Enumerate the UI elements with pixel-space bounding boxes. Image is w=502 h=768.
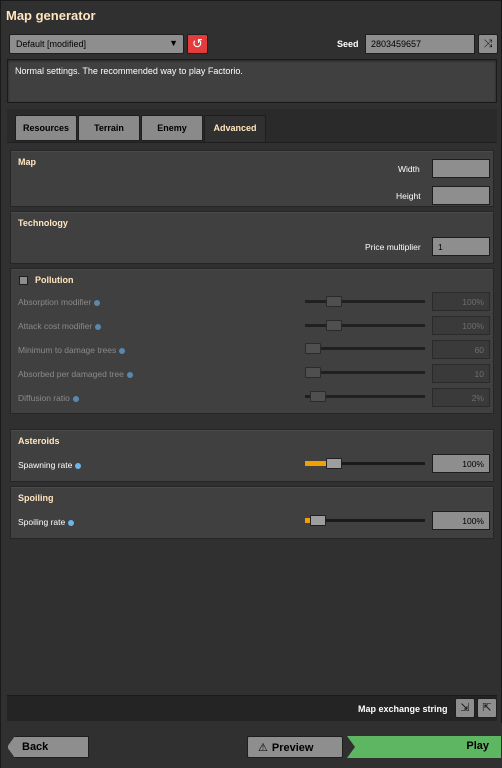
export-icon: ⇱ [482,702,492,714]
map-generator-window: Map generator Default [modified] ▼ ↺ See… [0,0,502,768]
absorbed-per-damaged-tree-input[interactable]: 10 [432,364,490,383]
export-map-exchange-button[interactable]: ⇱ [477,698,497,718]
spoiling-rate-slider[interactable] [305,513,425,529]
pollution-checkbox[interactable] [19,276,28,285]
spawning-rate-slider[interactable] [305,456,425,472]
seed-label: Seed [337,39,359,49]
spoiling-panel-title: Spoiling [18,493,54,503]
reset-icon: ↺ [192,36,203,51]
height-label: Height [396,191,421,201]
map-exchange-string-label: Map exchange string [358,704,448,714]
preset-dropdown-value: Default [modified] [16,39,87,49]
preset-description: Normal settings. The recommended way to … [7,59,497,103]
tab-terrain[interactable]: Terrain [78,115,140,141]
diffusion-ratio-label: Diffusion ratio [18,393,79,403]
spawning-rate-label: Spawning rate [18,460,82,470]
height-input[interactable] [432,186,490,205]
price-multiplier-label: Price multiplier [365,242,421,252]
pollution-panel: Pollution Absorption modifier 100% Attac… [10,268,494,414]
info-icon [72,395,79,402]
info-icon [119,347,126,354]
attack-cost-modifier-input[interactable]: 100% [432,316,490,335]
absorption-modifier-input[interactable]: 100% [432,292,490,311]
reset-preset-button[interactable]: ↺ [187,34,208,54]
price-multiplier-input[interactable]: 1 [432,237,490,256]
preset-dropdown[interactable]: Default [modified] ▼ [9,34,184,54]
footer: Back ⚠ Preview Play [1,723,502,768]
info-icon [94,299,101,306]
asteroids-panel: Asteroids Spawning rate 100% [10,429,494,482]
warning-icon: ⚠ [258,742,268,754]
chevron-down-icon: ▼ [169,38,178,48]
tab-enemy[interactable]: Enemy [141,115,203,141]
back-button[interactable]: Back [7,736,89,758]
play-button[interactable]: Play [347,736,501,758]
absorption-modifier-slider[interactable] [305,294,425,310]
tab-advanced[interactable]: Advanced [204,115,266,143]
spoiling-panel: Spoiling Spoiling rate 100% [10,486,494,539]
map-exchange-bar: Map exchange string ⇲ ⇱ [7,695,497,721]
pollution-panel-title: Pollution [35,275,74,285]
tab-resources[interactable]: Resources [15,115,77,141]
preset-row: Default [modified] ▼ ↺ Seed 2803459657 ⤨ [7,33,498,57]
absorbed-per-damaged-tree-label: Absorbed per damaged tree [18,369,133,379]
info-icon [75,462,82,469]
minimum-to-damage-trees-label: Minimum to damage trees [18,345,126,355]
advanced-tab-content: Map Width Height Technology Price multip… [7,142,497,695]
attack-cost-modifier-label: Attack cost modifier [18,321,102,331]
info-icon [126,371,133,378]
randomize-seed-button[interactable]: ⤨ [478,34,498,54]
absorption-modifier-label: Absorption modifier [18,297,101,307]
seed-input[interactable]: 2803459657 [365,34,475,54]
technology-panel: Technology Price multiplier 1 [10,211,494,264]
technology-panel-title: Technology [18,218,68,228]
diffusion-ratio-input[interactable]: 2% [432,388,490,407]
minimum-to-damage-trees-slider[interactable] [305,341,425,357]
shuffle-icon: ⤨ [483,38,493,50]
width-label: Width [398,164,420,174]
map-panel-title: Map [18,157,36,167]
import-map-exchange-button[interactable]: ⇲ [455,698,475,718]
width-input[interactable] [432,159,490,178]
preview-button[interactable]: ⚠ Preview [247,736,343,758]
spawning-rate-input[interactable]: 100% [432,454,490,473]
attack-cost-modifier-slider[interactable] [305,318,425,334]
asteroids-panel-title: Asteroids [18,436,60,446]
diffusion-ratio-slider[interactable] [305,389,425,405]
import-icon: ⇲ [460,702,470,714]
window-title: Map generator [6,8,96,23]
spoiling-rate-label: Spoiling rate [18,517,75,527]
info-icon [95,323,102,330]
absorbed-per-damaged-tree-slider[interactable] [305,365,425,381]
spoiling-rate-input[interactable]: 100% [432,511,490,530]
tabs-area: Resources Terrain Enemy Advanced Map Wid… [7,109,497,695]
preview-button-label: Preview [271,742,314,754]
map-panel: Map Width Height [10,150,494,207]
preset-description-text: Normal settings. The recommended way to … [15,66,243,76]
info-icon [68,519,75,526]
minimum-to-damage-trees-input[interactable]: 60 [432,340,490,359]
